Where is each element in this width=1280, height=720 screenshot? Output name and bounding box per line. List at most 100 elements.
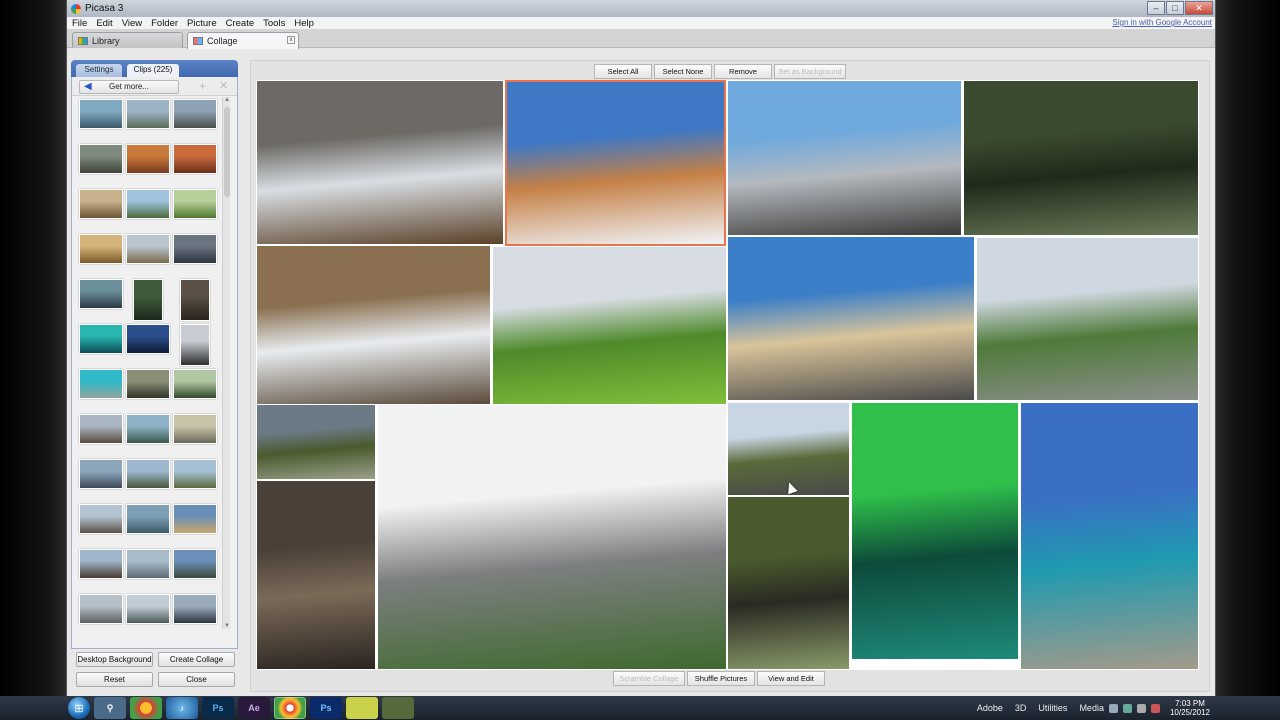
clip-thumbnail[interactable] — [180, 279, 210, 321]
clip-thumbnail[interactable] — [79, 414, 123, 444]
system-clock[interactable]: 7:03 PM 10/25/2012 — [1170, 699, 1210, 717]
toolbar-3d[interactable]: 3D — [1015, 703, 1027, 713]
collage-photo-snow-cliff-road[interactable] — [256, 245, 491, 405]
after-effects-icon[interactable]: Ae — [238, 697, 270, 719]
sign-in-link[interactable]: Sign in with Google Account — [1112, 18, 1212, 27]
collage-photo-green-hills[interactable] — [492, 246, 727, 405]
set-as-background-button[interactable]: Set as Background — [774, 64, 846, 79]
clip-thumbnail[interactable] — [79, 504, 123, 534]
desktop-background-button[interactable]: Desktop Background — [76, 652, 153, 667]
clip-thumbnail[interactable] — [79, 594, 123, 624]
remove-clip-icon[interactable]: ✕ — [219, 80, 228, 92]
photoshop-2-icon[interactable]: Ps — [310, 697, 342, 719]
collage-photo-castle-hill[interactable] — [256, 404, 376, 480]
clip-thumbnail[interactable] — [173, 504, 217, 534]
clip-thumbnail[interactable] — [126, 414, 170, 444]
reset-button[interactable]: Reset — [76, 672, 153, 687]
clip-thumbnail[interactable] — [173, 414, 217, 444]
collage-photo-snowy-valley-sun[interactable] — [727, 80, 962, 236]
clip-thumbnail[interactable] — [79, 99, 123, 129]
collage-canvas[interactable] — [256, 80, 1199, 670]
clip-thumbnail[interactable] — [79, 279, 123, 309]
picasa-taskbar-icon[interactable] — [274, 697, 306, 719]
shuffle-pictures-button[interactable]: Shuffle Pictures — [687, 671, 755, 686]
get-more-button[interactable]: ◀ Get more... — [79, 80, 179, 94]
remove-button[interactable]: Remove — [714, 64, 772, 79]
select-none-button[interactable]: Select None — [654, 64, 712, 79]
clip-thumbnail[interactable] — [79, 459, 123, 489]
toolbar-media[interactable]: Media — [1079, 703, 1104, 713]
clip-thumbnail[interactable] — [126, 99, 170, 129]
scroll-up-icon[interactable]: ▲ — [223, 97, 231, 103]
clip-thumbnail[interactable] — [173, 549, 217, 579]
menu-create[interactable]: Create — [226, 18, 255, 29]
menu-picture[interactable]: Picture — [187, 18, 217, 29]
clip-thumbnail[interactable] — [126, 504, 170, 534]
collage-photo-hot-spring[interactable] — [1020, 402, 1199, 670]
scroll-down-icon[interactable]: ▼ — [223, 623, 231, 629]
clip-thumbnail[interactable] — [79, 189, 123, 219]
tray-volume-icon[interactable] — [1136, 703, 1146, 713]
clip-thumbnail[interactable] — [126, 594, 170, 624]
collage-photo-snow-shelter[interactable] — [256, 80, 504, 245]
clip-thumbnail[interactable] — [126, 459, 170, 489]
menu-file[interactable]: File — [72, 18, 87, 29]
tab-settings[interactable]: Settings — [76, 64, 122, 77]
add-icon[interactable]: + — [199, 80, 206, 92]
itunes-icon[interactable]: ♪ — [166, 697, 198, 719]
clip-thumbnail[interactable] — [126, 369, 170, 399]
chrome-icon[interactable] — [130, 697, 162, 719]
menu-folder[interactable]: Folder — [151, 18, 178, 29]
collage-photo-gorge-river[interactable] — [963, 80, 1199, 236]
clip-thumbnail[interactable] — [173, 234, 217, 264]
tab-clips[interactable]: Clips (225) — [127, 64, 179, 77]
clip-thumbnail[interactable] — [79, 549, 123, 579]
clips-scrollbar[interactable]: ▲ ▼ — [222, 97, 230, 629]
collage-photo-watkins-glen[interactable] — [727, 496, 850, 670]
maximize-button[interactable]: □ — [1166, 1, 1184, 15]
menu-view[interactable]: View — [122, 18, 142, 29]
clip-thumbnail[interactable] — [173, 189, 217, 219]
clip-thumbnail[interactable] — [126, 549, 170, 579]
clip-thumbnail[interactable] — [79, 369, 123, 399]
tray-flag-icon[interactable] — [1150, 703, 1160, 713]
clip-thumbnail[interactable] — [79, 324, 123, 354]
close-window-button[interactable]: ✕ — [1185, 1, 1213, 15]
clip-thumbnail[interactable] — [79, 144, 123, 174]
clip-thumbnail[interactable] — [126, 144, 170, 174]
scroll-thumb[interactable] — [224, 107, 230, 197]
clip-thumbnail[interactable] — [133, 279, 163, 321]
clip-thumbnail[interactable] — [180, 324, 210, 366]
close-button[interactable]: Close — [158, 672, 235, 687]
tab-library[interactable]: Library — [72, 32, 183, 48]
create-collage-button[interactable]: Create Collage — [158, 652, 235, 667]
clip-thumbnail[interactable] — [173, 369, 217, 399]
view-and-edit-button[interactable]: View and Edit — [757, 671, 825, 686]
app-icon[interactable] — [382, 697, 414, 719]
collage-photo-aurora[interactable] — [851, 402, 1019, 660]
clip-thumbnail[interactable] — [173, 594, 217, 624]
close-tab-icon[interactable]: x — [287, 36, 295, 44]
taskbar-network-icon[interactable]: ⚲ — [94, 697, 126, 719]
scramble-collage-button[interactable]: Scramble Collage — [613, 671, 685, 686]
clip-thumbnail[interactable] — [126, 189, 170, 219]
menu-tools[interactable]: Tools — [263, 18, 285, 29]
start-button[interactable]: ⊞ — [68, 697, 90, 719]
clip-thumbnail[interactable] — [173, 459, 217, 489]
minimize-button[interactable]: – — [1147, 1, 1165, 15]
clip-thumbnail[interactable] — [173, 99, 217, 129]
collage-photo-garni-temple[interactable] — [505, 80, 726, 246]
menu-edit[interactable]: Edit — [96, 18, 112, 29]
tray-arrow-icon[interactable] — [1108, 703, 1118, 713]
clip-thumbnail[interactable] — [79, 234, 123, 264]
menu-help[interactable]: Help — [294, 18, 314, 29]
collage-photo-stone-forest[interactable] — [377, 404, 727, 670]
photoshop-icon[interactable]: Ps — [202, 697, 234, 719]
collage-photo-waterfall-cliffs[interactable] — [976, 237, 1199, 401]
toolbar-adobe[interactable]: Adobe — [977, 703, 1003, 713]
tab-collage[interactable]: Collage x — [187, 32, 299, 49]
toolbar-utilities[interactable]: Utilities — [1038, 703, 1067, 713]
tray-network-icon[interactable] — [1122, 703, 1132, 713]
sticky-notes-icon[interactable] — [346, 697, 378, 719]
select-all-button[interactable]: Select All — [594, 64, 652, 79]
